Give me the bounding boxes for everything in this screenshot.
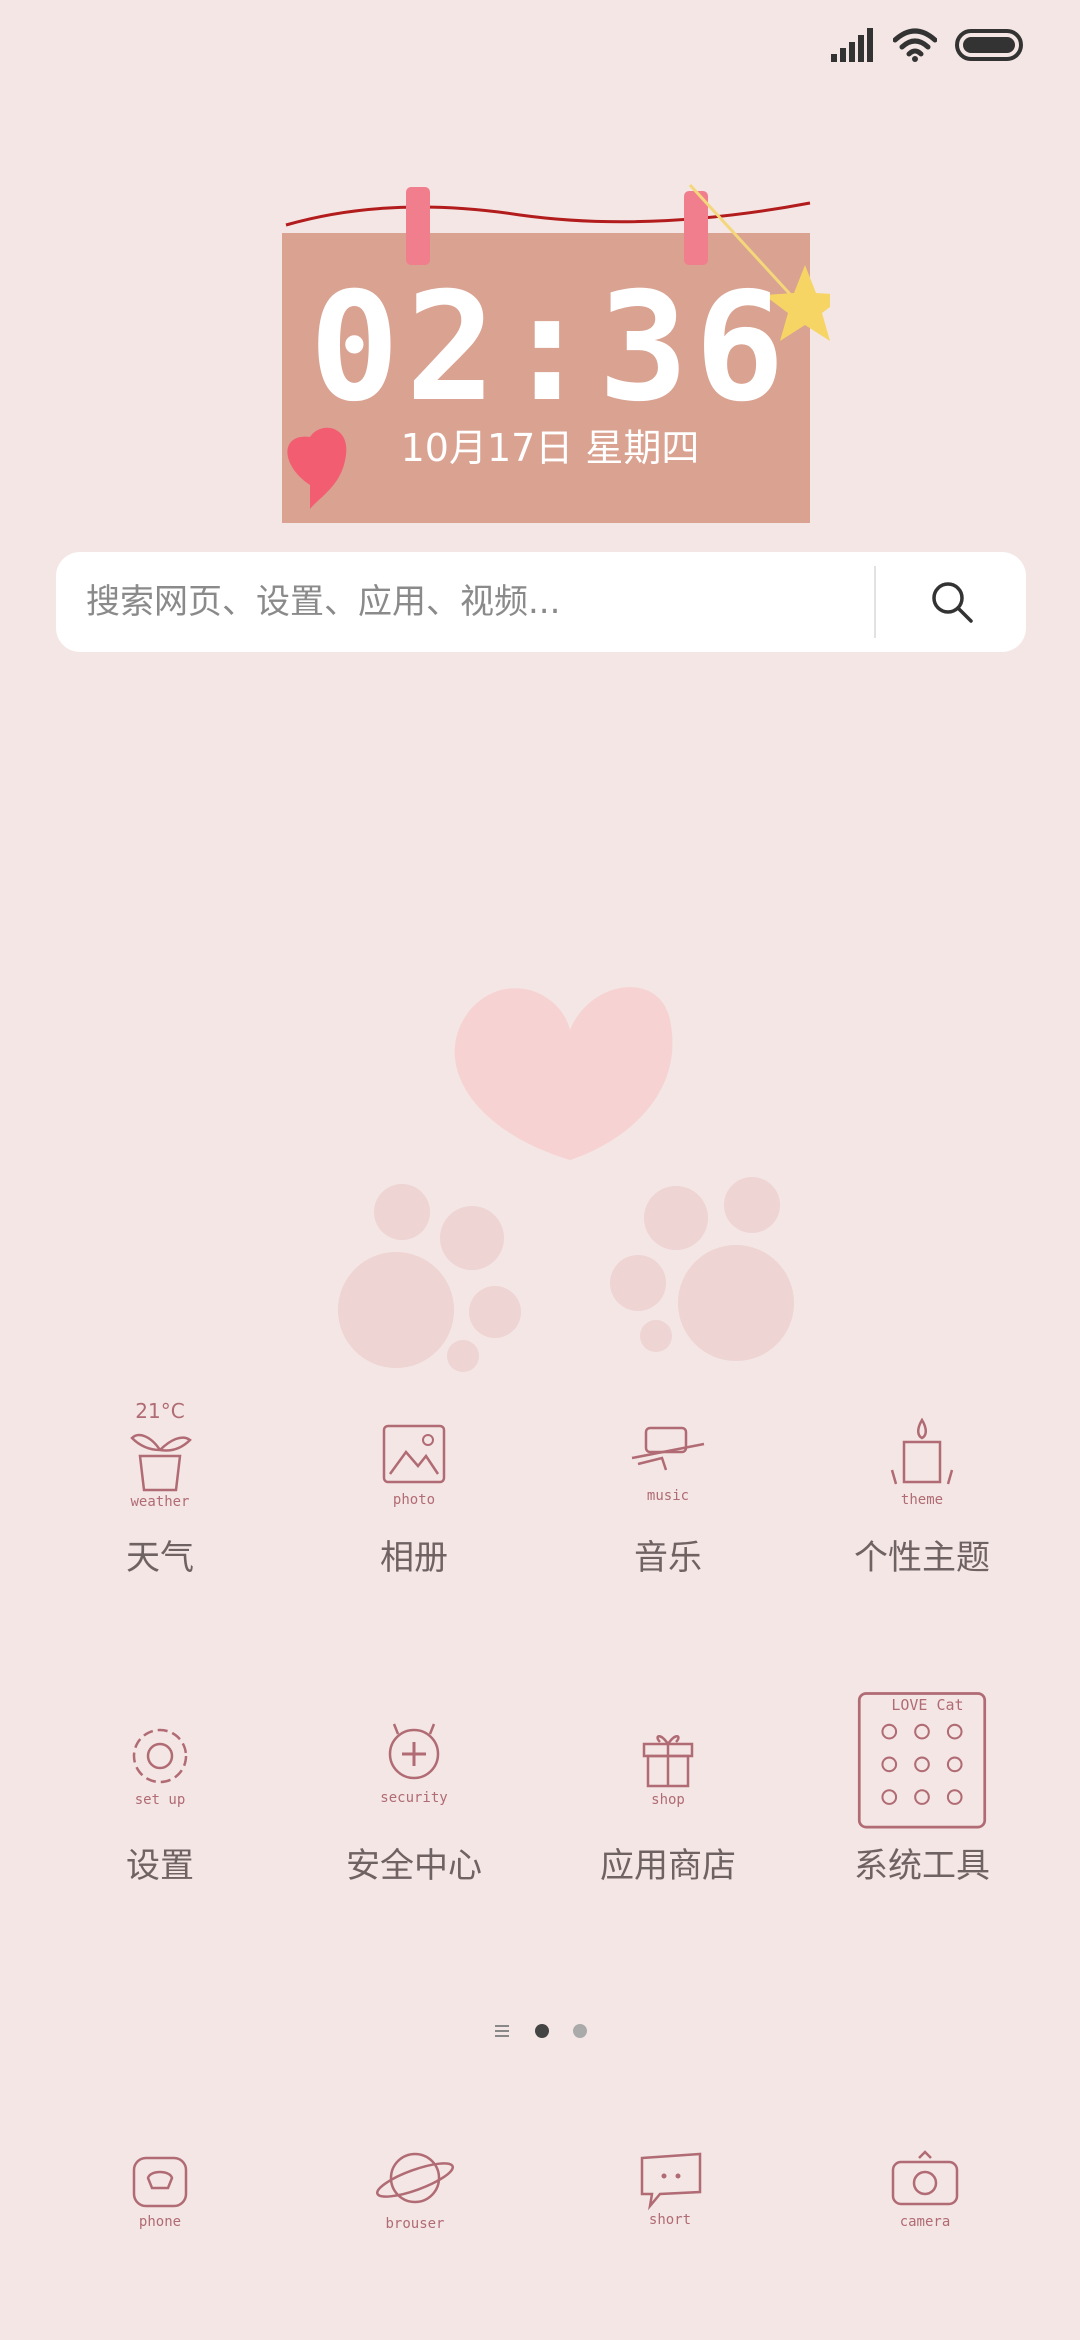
search-bar[interactable]: 搜索网页、设置、应用、视频... <box>56 552 1026 652</box>
app-label-settings: 设置 <box>126 1846 194 1886</box>
dock-browser[interactable]: brouser <box>340 2130 490 2244</box>
wifi-icon <box>893 28 937 62</box>
weather-plant-icon: 21°C weather <box>130 1400 192 1510</box>
dock-phone[interactable]: phone <box>85 2130 235 2244</box>
app-weather[interactable]: 21°C weather 天气 <box>50 1400 270 1579</box>
photo-icon: photo <box>382 1424 446 1508</box>
store-icon-caption: shop <box>651 1792 685 1808</box>
search-icon <box>932 582 973 623</box>
dock-camera[interactable]: camera <box>850 2130 1000 2244</box>
security-icon-caption: security <box>380 1790 447 1806</box>
dock-messages[interactable]: short <box>595 2130 745 2244</box>
status-bar <box>0 0 1080 90</box>
signal-icon <box>831 28 873 62</box>
clock-widget[interactable]: 02:36 10月17日 星期四 <box>270 165 830 545</box>
phone-icon: phone <box>132 2156 188 2230</box>
page-indicator[interactable] <box>0 2016 1080 2046</box>
app-label-security: 安全中心 <box>346 1846 482 1886</box>
browser-planet-icon: brouser <box>376 2152 454 2232</box>
phone-icon-caption: phone <box>139 2214 181 2230</box>
app-photo[interactable]: photo 相册 <box>304 1400 524 1579</box>
photo-icon-caption: photo <box>393 1492 435 1508</box>
music-icon: music <box>631 1426 705 1504</box>
settings-icon-caption: set up <box>135 1792 186 1808</box>
weather-temperature: 21°C <box>135 1400 184 1423</box>
dock: phone brouser short camera <box>0 2130 1080 2270</box>
app-label-system-tools: 系统工具 <box>854 1846 990 1886</box>
browser-icon-caption: brouser <box>385 2216 444 2232</box>
messages-icon-caption: short <box>649 2212 691 2228</box>
heart-paw-wallpaper <box>338 987 794 1372</box>
app-music[interactable]: music 音乐 <box>558 1400 778 1579</box>
weather-icon-caption: weather <box>130 1494 189 1510</box>
page-dot[interactable] <box>573 2024 587 2038</box>
clock-time: 02:36 <box>309 261 791 435</box>
app-theme[interactable]: theme 个性主题 <box>812 1400 1032 1579</box>
battery-icon <box>955 29 1023 61</box>
clock-date: 10月17日 星期四 <box>400 426 700 470</box>
app-system-tools-folder[interactable]: LOVE Cat 系统工具 <box>812 1692 1032 1887</box>
search-button[interactable] <box>878 552 1026 652</box>
security-shield-icon: security <box>380 1723 448 1806</box>
app-label-theme: 个性主题 <box>854 1538 990 1578</box>
app-label-music: 音乐 <box>634 1538 702 1578</box>
app-drawer-menu-icon[interactable] <box>493 2022 511 2040</box>
search-divider <box>874 566 876 638</box>
gear-icon: set up <box>132 1728 188 1808</box>
app-security[interactable]: security 安全中心 <box>304 1708 524 1887</box>
app-label-photo: 相册 <box>380 1538 448 1578</box>
music-icon-caption: music <box>647 1488 689 1504</box>
theme-cake-icon: theme <box>890 1417 954 1508</box>
message-bubble-icon: short <box>640 2152 702 2228</box>
camera-icon-caption: camera <box>900 2214 951 2230</box>
page-dot-active[interactable] <box>535 2024 549 2038</box>
app-label-weather: 天气 <box>126 1538 194 1578</box>
app-store[interactable]: shop 应用商店 <box>558 1708 778 1887</box>
camera-icon: camera <box>891 2150 959 2230</box>
shop-gift-icon: shop <box>642 1735 694 1808</box>
search-input[interactable]: 搜索网页、设置、应用、视频... <box>86 552 560 652</box>
app-label-store: 应用商店 <box>600 1846 736 1886</box>
folder-icon: LOVE Cat <box>857 1692 987 1829</box>
app-settings[interactable]: set up 设置 <box>50 1708 270 1887</box>
folder-icon-caption: LOVE Cat <box>891 1696 963 1714</box>
theme-icon-caption: theme <box>901 1492 943 1508</box>
